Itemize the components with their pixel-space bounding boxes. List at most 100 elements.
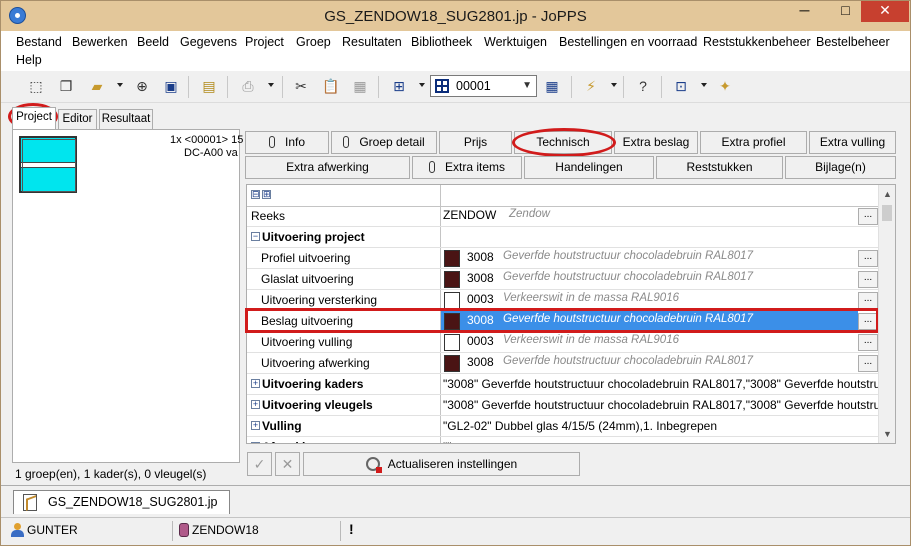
save-icon[interactable]: ▣ [161, 76, 181, 96]
cut-icon[interactable]: ✂ [291, 76, 311, 96]
add-icon[interactable]: ⊕ [132, 76, 152, 96]
menu-bestellingen[interactable]: Bestellingen en voorraad [559, 35, 697, 49]
info-button[interactable]: Info [245, 131, 329, 154]
browse-button[interactable]: ... [858, 208, 878, 225]
reststukken-button[interactable]: Reststukken [656, 156, 783, 179]
tab-project[interactable]: Project [12, 107, 56, 129]
scroll-up-icon[interactable]: ▲ [883, 189, 892, 199]
extra-afwerking-button[interactable]: Extra afwerking [245, 156, 410, 179]
row-label: Afwerking [262, 440, 320, 443]
grid-icon[interactable]: ▦ [542, 76, 562, 96]
menu-bibliotheek[interactable]: Bibliotheek [411, 35, 472, 49]
menu-reststukkenbeheer[interactable]: Reststukkenbeheer [703, 35, 811, 49]
menu-bestand[interactable]: Bestand [16, 35, 62, 49]
menu-bewerken[interactable]: Bewerken [72, 35, 128, 49]
menu-groep[interactable]: Groep [296, 35, 331, 49]
expand-icon[interactable]: + [251, 379, 260, 388]
expand-icon[interactable]: + [251, 400, 260, 409]
paste-icon[interactable]: 📋 [321, 76, 341, 96]
menu-bestelbeheer[interactable]: Bestelbeheer [816, 35, 890, 49]
new-frame-icon[interactable]: ⬚ [26, 76, 46, 96]
project-tree-panel: 1x <00001> 15 DC-A00 va [12, 129, 243, 463]
browse-button[interactable]: ... [858, 271, 878, 288]
extra-items-button[interactable]: Extra items [412, 156, 522, 179]
open-icon[interactable]: ▰ [87, 76, 107, 96]
handelingen-button[interactable]: Handelingen [524, 156, 654, 179]
chevron-down-icon[interactable]: ▼ [522, 80, 532, 91]
open-dropdown-icon[interactable] [117, 83, 123, 87]
wand-icon[interactable]: ✦ [715, 76, 735, 96]
browse-button[interactable]: ... [858, 334, 878, 351]
grid-row[interactable]: + Uitvoering kaders "3008" Geverfde houtst… [247, 374, 895, 395]
select-dropdown-icon[interactable] [419, 83, 425, 87]
cancel-button[interactable]: ✕ [275, 452, 300, 476]
expand-icon[interactable]: + [251, 421, 260, 430]
grid-row[interactable]: + Uitvoering vleugels "3008" Geverfde hout… [247, 395, 895, 416]
window-thumbnail[interactable] [19, 136, 77, 193]
color-swatch [444, 292, 460, 309]
grid-row[interactable]: + Vulling "GL2-02" Dubbel glas 4/15/5 (24m… [247, 416, 880, 437]
annotation-circle [512, 128, 616, 157]
lightning-icon[interactable]: ⚡ [581, 76, 601, 96]
scroll-thumb[interactable] [882, 205, 892, 221]
printer-icon[interactable]: ⎙ [238, 76, 258, 96]
select-icon[interactable]: ⊞ [389, 76, 409, 96]
extra-vulling-button[interactable]: Extra vulling [809, 131, 896, 154]
grid-row[interactable]: Reeks ZENDOW Zendow... [247, 206, 880, 227]
grid-row[interactable]: − Uitvoering project [247, 227, 880, 248]
paperclip-icon [428, 161, 435, 173]
menu-beeld[interactable]: Beeld [137, 35, 169, 49]
toolbar-separator [282, 76, 283, 98]
browse-button[interactable]: ... [858, 355, 878, 372]
row-label: Uitvoering vulling [261, 335, 353, 349]
copy-icon[interactable]: ❐ [56, 76, 76, 96]
browse-button[interactable]: ... [858, 292, 878, 309]
print-preview-icon[interactable]: ▤ [199, 76, 219, 96]
grid-row[interactable]: Profiel uitvoering 3008 Geverfde houtstruc… [247, 248, 880, 269]
maximize-button[interactable]: □ [832, 1, 859, 22]
update-settings-button[interactable]: Actualiseren instellingen [303, 452, 580, 476]
row-label: Vulling [262, 419, 302, 433]
position-combo[interactable]: 00001 ▼ [430, 75, 537, 97]
minimize-button[interactable]: ─ [791, 1, 818, 22]
joinery-icon[interactable]: ⊡ [671, 76, 691, 96]
paste-special-icon[interactable]: ▦ [350, 76, 370, 96]
printer-dropdown-icon[interactable] [268, 83, 274, 87]
close-button[interactable]: ✕ [861, 1, 909, 22]
scroll-down-icon[interactable]: ▼ [883, 429, 892, 439]
document-tab[interactable]: GS_ZENDOW18_SUG2801.jp [13, 490, 230, 514]
expand-icon[interactable]: + [251, 442, 260, 443]
vertical-scrollbar[interactable]: ▲ ▼ [878, 185, 895, 443]
menu-werktuigen[interactable]: Werktuigen [484, 35, 547, 49]
collapse-all-icon[interactable]: ⊟ [251, 190, 260, 199]
joinery-dropdown-icon[interactable] [701, 83, 707, 87]
menu-resultaten[interactable]: Resultaten [342, 35, 402, 49]
menu-gegevens[interactable]: Gegevens [180, 35, 237, 49]
confirm-button[interactable]: ✓ [247, 452, 272, 476]
browse-button[interactable]: ... [858, 250, 878, 267]
extra-items-label: Extra items [444, 160, 505, 174]
status-database: ZENDOW18 [192, 523, 259, 537]
tab-resultaat[interactable]: Resultaat [99, 109, 153, 129]
lightning-dropdown-icon[interactable] [611, 83, 617, 87]
row-code: 3008 [467, 250, 494, 264]
prijs-button[interactable]: Prijs [439, 131, 512, 154]
groep-detail-label: Groep detail [359, 135, 425, 149]
extra-profiel-button[interactable]: Extra profiel [700, 131, 807, 154]
groep-detail-button[interactable]: Groep detail [331, 131, 437, 154]
menu-project[interactable]: Project [245, 35, 284, 49]
help-icon[interactable]: ? [633, 76, 653, 96]
menu-help[interactable]: Help [16, 53, 42, 67]
tab-editor[interactable]: Editor [58, 109, 97, 129]
grid-row[interactable]: Glaslat uitvoering 3008 Geverfde houtstruc… [247, 269, 880, 290]
bijlagen-button[interactable]: Bijlage(n) [785, 156, 896, 179]
grid-row[interactable]: Uitvoering afwerking 3008 Geverfde houtstr… [247, 353, 880, 374]
expand-all-icon[interactable]: ⊞ [262, 190, 271, 199]
extra-beslag-button[interactable]: Extra beslag [614, 131, 698, 154]
grid-row[interactable]: Uitvoering vulling 0003 Verkeerswit in de … [247, 332, 880, 353]
grid-row[interactable]: +Afwerking "" [247, 437, 880, 443]
window-grid-icon [435, 79, 449, 93]
position-value: 00001 [456, 79, 491, 93]
row-value: "GL2-02" Dubbel glas 4/15/5 (24mm),1. In… [443, 419, 718, 433]
collapse-icon[interactable]: − [251, 232, 260, 241]
